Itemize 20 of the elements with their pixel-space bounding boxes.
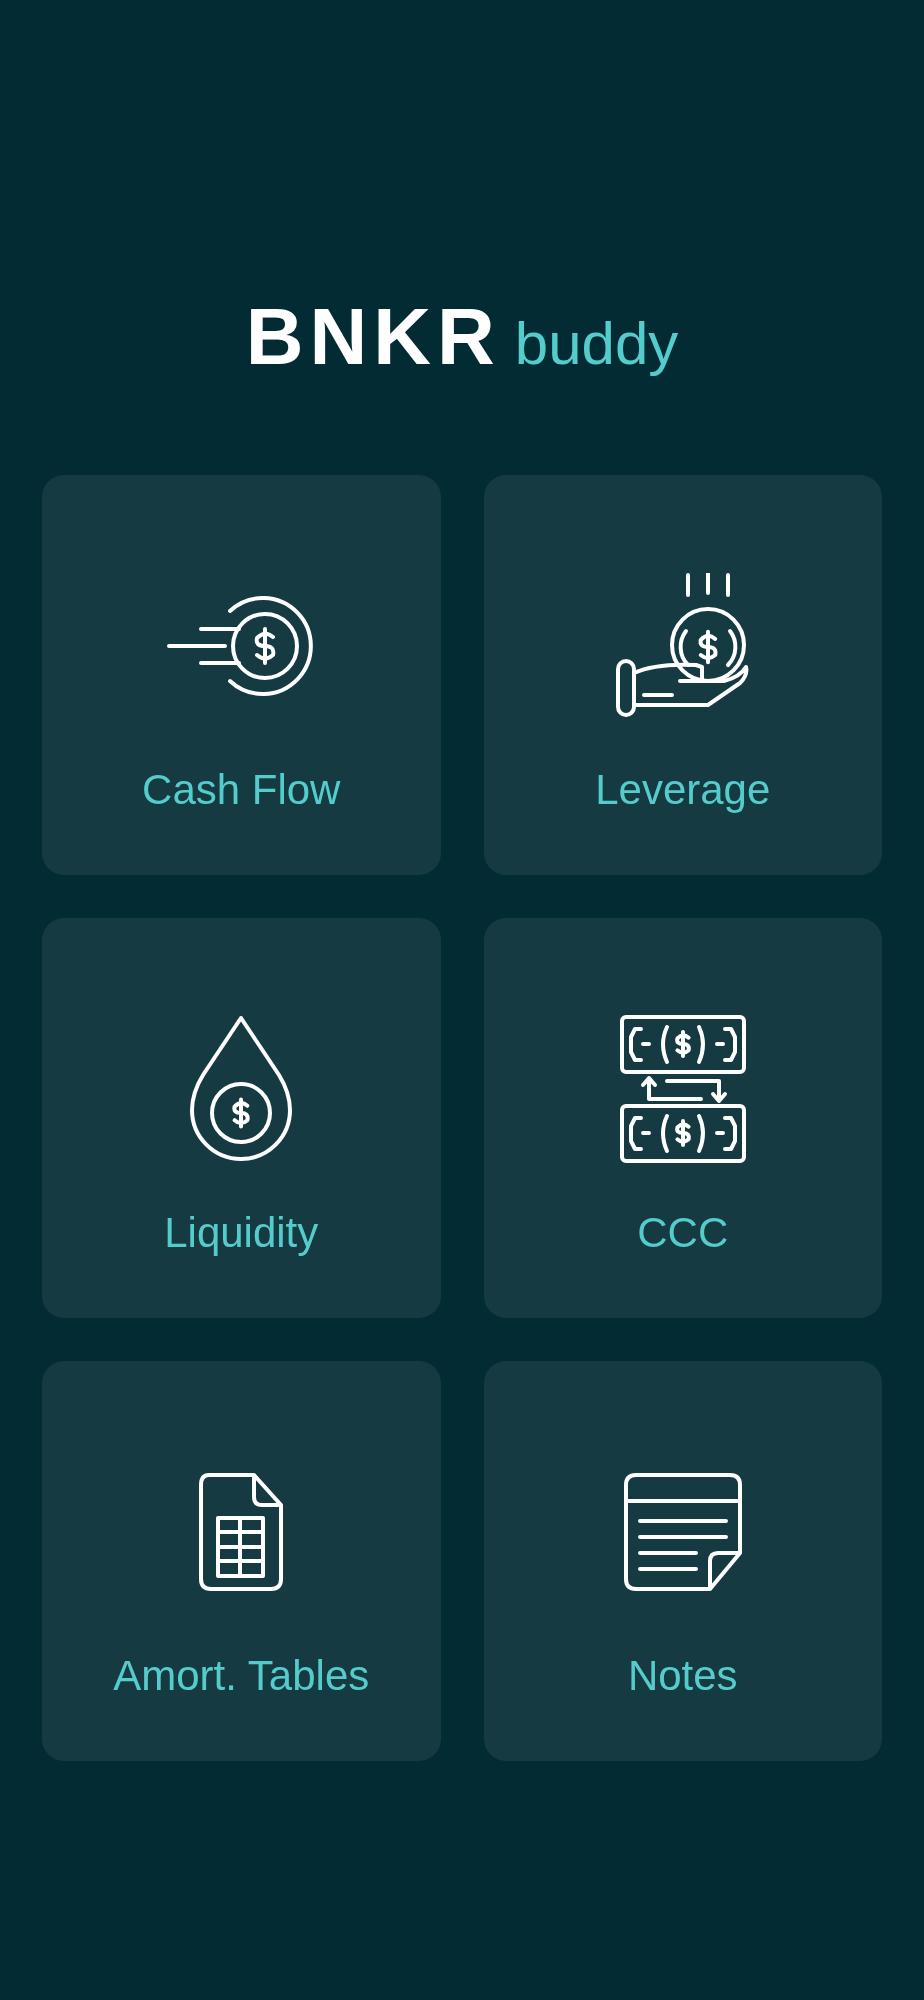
- menu-tile[interactable]: Liquidity: [42, 918, 441, 1318]
- tile-label: Leverage: [595, 765, 771, 815]
- menu-tile[interactable]: CCC: [483, 918, 882, 1318]
- tile-label: Cash Flow: [142, 765, 341, 815]
- money-exchange-icon: [618, 1015, 747, 1163]
- logo-wordmark: BNKR: [245, 292, 501, 382]
- tile-label: Amort. Tables: [113, 1651, 370, 1701]
- menu-tile[interactable]: Leverage: [483, 475, 882, 875]
- tile-label: Liquidity: [164, 1208, 319, 1258]
- spreadsheet-file-icon: [199, 1473, 284, 1591]
- menu-tile[interactable]: Cash Flow: [42, 475, 441, 875]
- notepad-icon: [623, 1473, 742, 1591]
- droplet-icon: [189, 1015, 294, 1163]
- tile-label: Notes: [627, 1651, 738, 1701]
- tile-label: CCC: [637, 1208, 729, 1258]
- hand-coin-icon: [615, 573, 750, 719]
- logo-tagline: buddy: [514, 309, 679, 379]
- menu-tile[interactable]: Notes: [483, 1361, 882, 1761]
- coin-icon: [167, 596, 316, 696]
- menu-tile[interactable]: Amort. Tables: [42, 1361, 441, 1761]
